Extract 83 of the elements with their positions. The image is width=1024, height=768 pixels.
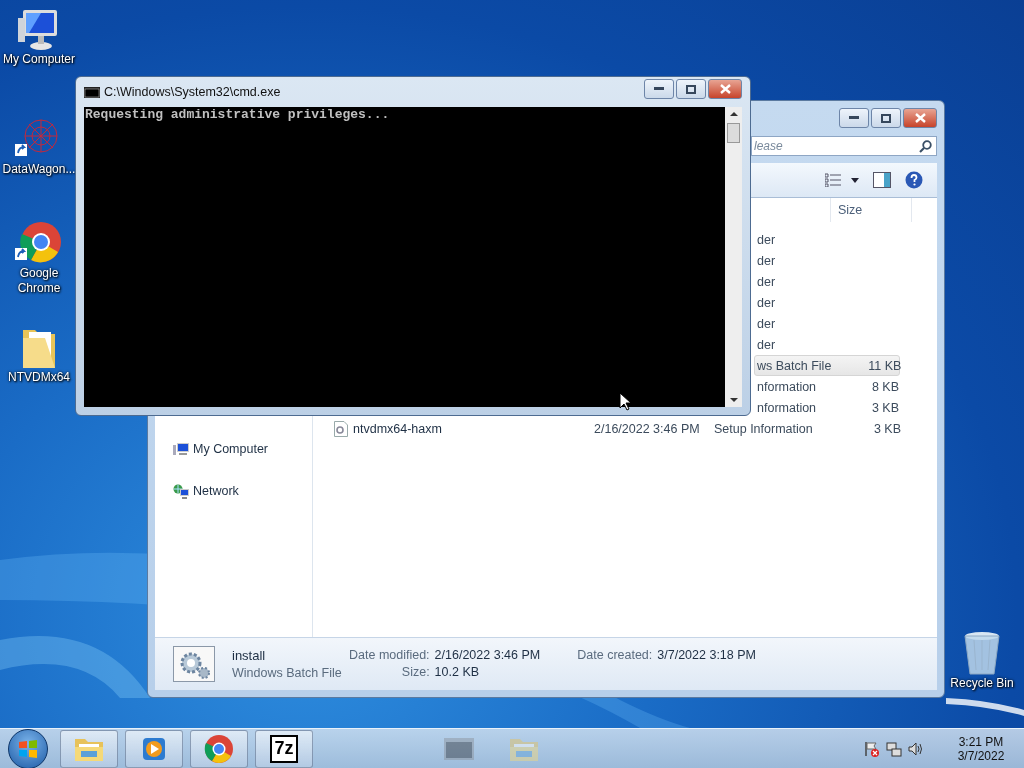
network-icon[interactable] <box>886 740 902 757</box>
file-type: Setup Information <box>714 421 814 436</box>
console-output: Requesting administrative privileges... <box>84 107 391 122</box>
close-button[interactable] <box>903 108 937 128</box>
gear-file-icon <box>173 646 215 682</box>
search-field[interactable]: lease <box>751 136 937 156</box>
nav-item[interactable]: Network <box>173 482 312 500</box>
preview-pane-icon[interactable] <box>873 172 891 188</box>
file-type: der <box>756 316 777 331</box>
file-size: 3 KB <box>872 421 901 436</box>
window-title: C:\Windows\System32\cmd.exe <box>104 85 282 99</box>
minimize-button[interactable] <box>839 108 869 128</box>
view-list-icon[interactable] <box>825 173 841 187</box>
details-label: Date created: <box>577 647 653 662</box>
chrome-icon[interactable] <box>204 733 234 764</box>
scrollbar[interactable] <box>725 107 742 407</box>
file-type: der <box>756 253 777 268</box>
close-icon <box>719 84 731 94</box>
file-row[interactable]: der <box>754 313 900 334</box>
file-row[interactable]: der <box>754 292 900 313</box>
details-file-name: install <box>232 648 267 663</box>
details-value: 3/7/2022 3:18 PM <box>657 647 756 662</box>
maximize-icon <box>881 113 891 123</box>
desktop-icon-label[interactable]: Google Chrome <box>1 266 77 296</box>
file-row[interactable]: ntvdmx64-haxm 2/16/2022 3:46 PM Setup Information 3 KB <box>313 418 900 439</box>
file-type: nformation <box>756 379 818 394</box>
details-file-type: Windows Batch File <box>232 666 343 680</box>
settings-file-icon <box>334 420 348 437</box>
file-row[interactable]: der <box>754 250 900 271</box>
details-label: Date modified: <box>349 647 430 662</box>
flag-icon[interactable] <box>864 740 880 757</box>
file-row[interactable]: nformation 8 KB <box>754 376 900 397</box>
computer-icon <box>173 442 189 456</box>
minimize-icon <box>654 87 664 91</box>
maximize-icon <box>686 84 696 94</box>
search-icon <box>919 139 932 153</box>
console-icon <box>84 86 100 98</box>
minimize-icon <box>849 116 859 120</box>
file-row[interactable]: ws Batch File 11 KB <box>754 355 900 376</box>
file-row[interactable]: der <box>754 271 900 292</box>
details-value: 2/16/2022 3:46 PM <box>434 647 541 662</box>
file-type: nformation <box>756 400 818 415</box>
taskbar-app-label[interactable]: 7z <box>270 734 298 763</box>
taskbar-button[interactable] <box>190 729 248 768</box>
file-date: 2/16/2022 3:46 PM <box>593 421 701 436</box>
console-icon[interactable] <box>444 737 474 760</box>
file-row[interactable]: der <box>754 229 900 250</box>
maximize-button[interactable] <box>676 79 706 99</box>
caret-icon[interactable] <box>851 177 859 183</box>
file-type: der <box>756 295 777 310</box>
taskbar-button[interactable] <box>125 729 183 768</box>
taskbar-button[interactable] <box>60 729 118 768</box>
file-type: der <box>756 274 777 289</box>
details-value: 10.2 KB <box>434 664 481 679</box>
file-size: 11 KB <box>867 358 902 373</box>
desktop-icon-label[interactable]: Recycle Bin <box>950 676 1014 691</box>
file-name: ntvdmx64-haxm <box>353 421 442 436</box>
close-button[interactable] <box>708 79 742 99</box>
volume-icon[interactable] <box>908 740 924 757</box>
desktop-icon-label[interactable]: My Computer <box>1 52 77 67</box>
recycle-bin-icon <box>962 630 1002 676</box>
file-type: der <box>756 337 777 352</box>
maximize-button[interactable] <box>871 108 901 128</box>
start-button[interactable] <box>8 728 48 768</box>
close-icon <box>914 113 926 123</box>
windows-logo-icon <box>18 738 38 759</box>
file-type: ws Batch File <box>756 358 832 373</box>
file-size: 8 KB <box>870 379 899 394</box>
desktop-icon-label[interactable]: DataWagon... <box>1 162 77 177</box>
details-label: Size: <box>400 664 430 679</box>
nav-item[interactable]: My Computer <box>173 440 312 458</box>
file-type: der <box>756 232 777 247</box>
scroll-thumb[interactable] <box>727 123 740 143</box>
file-row[interactable]: nformation 3 KB <box>754 397 900 418</box>
help-icon[interactable] <box>905 171 923 189</box>
file-size: 3 KB <box>870 400 899 415</box>
network-icon <box>173 483 189 499</box>
column-header[interactable]: Size <box>830 198 912 222</box>
clock[interactable]: 3:21 PM 3/7/2022 <box>950 734 1012 763</box>
desktop-icon-label[interactable]: NTVDMx64 <box>1 370 77 385</box>
taskbar-button[interactable]: 7z <box>255 729 313 768</box>
file-row[interactable]: der <box>754 334 900 355</box>
minimize-button[interactable] <box>644 79 674 99</box>
